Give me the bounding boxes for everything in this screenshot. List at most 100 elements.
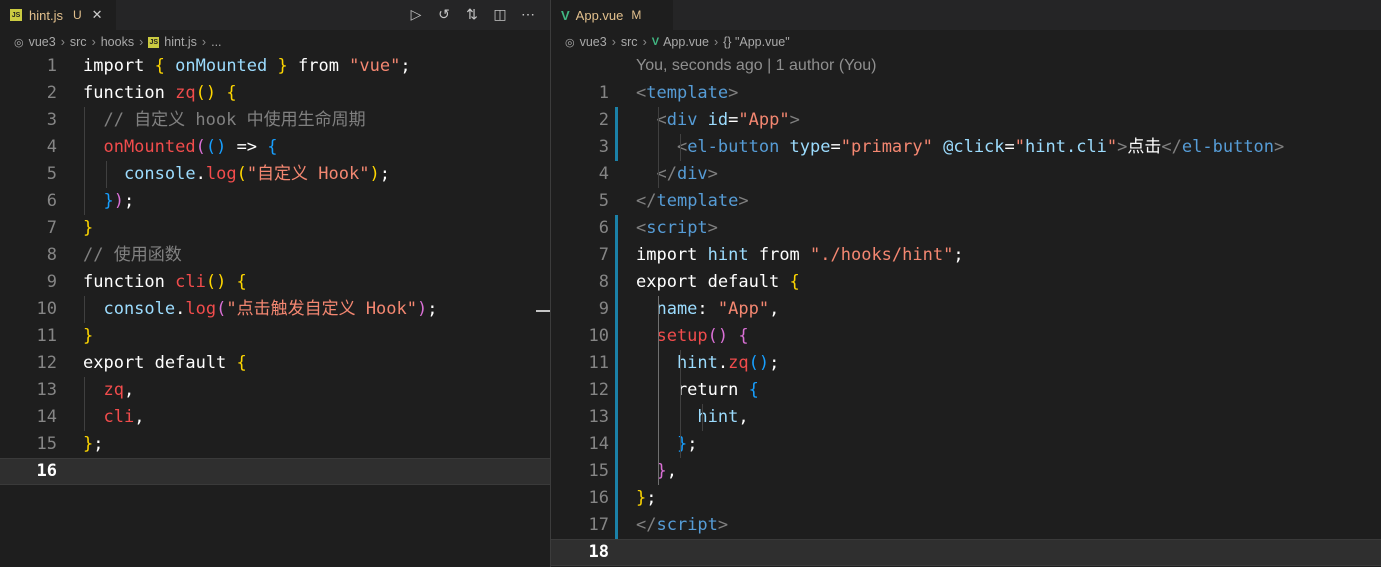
code-token: hint: [636, 353, 718, 373]
indent-guide: [84, 107, 85, 215]
git-change-marker[interactable]: [615, 107, 618, 161]
code-line[interactable]: 7}: [0, 215, 550, 242]
code-line[interactable]: 6 <script>: [551, 215, 1381, 242]
code-line[interactable]: 3 <el-button type="primary" @click="hint…: [551, 134, 1381, 161]
scrollbar-marker: [536, 310, 550, 312]
code-line[interactable]: 6 });: [0, 188, 550, 215]
line-number: 11: [588, 353, 609, 373]
code-line[interactable]: 17 </script>: [551, 512, 1381, 539]
code-token: </: [636, 515, 657, 535]
tab-hint-js[interactable]: JS hint.js U ✕: [0, 0, 116, 30]
code-line[interactable]: 9 name: "App",: [551, 296, 1381, 323]
compare-icon[interactable]: ⇅: [464, 6, 480, 23]
code-line[interactable]: 10 setup() {: [551, 323, 1381, 350]
code-token: >: [707, 218, 718, 238]
code-token: "点击触发自定义 Hook": [226, 299, 417, 319]
code-token: (): [748, 353, 770, 373]
indent-guide: [658, 107, 659, 188]
code-token: from: [748, 245, 811, 265]
code-line[interactable]: 3 // 自定义 hook 中使用生命周期: [0, 107, 550, 134]
breadcrumb-item[interactable]: App.vue: [663, 35, 709, 49]
code-token: <: [636, 218, 647, 238]
code-token: @click: [932, 137, 1005, 157]
code-token: hint: [636, 407, 739, 427]
code-line[interactable]: 16};: [551, 485, 1381, 512]
line-number: 14: [36, 407, 57, 427]
code-line[interactable]: 5 console.log("自定义 Hook");: [0, 161, 550, 188]
line-number: 3: [46, 110, 57, 130]
code-line[interactable]: 15};: [0, 431, 550, 458]
code-token: ;: [93, 434, 104, 454]
code-text: hint,: [636, 404, 748, 431]
code-token: console: [83, 164, 196, 184]
code-token: el-button: [687, 137, 780, 157]
line-number: 6: [598, 218, 609, 238]
code-token: "自定义 Hook": [246, 164, 370, 184]
breadcrumb-item[interactable]: ...: [211, 35, 221, 49]
code-line[interactable]: 8 // 使用函数: [0, 242, 550, 269]
chevron-right-icon: ›: [713, 35, 719, 49]
code-line[interactable]: 5 </template>: [551, 188, 1381, 215]
split-editor-icon[interactable]: ◫: [492, 6, 508, 23]
code-line[interactable]: 14 cli,: [0, 404, 550, 431]
code-line[interactable]: 18: [551, 539, 1381, 566]
code-line[interactable]: 11}: [0, 323, 550, 350]
code-line[interactable]: 2 function zq() {: [0, 80, 550, 107]
code-token: div: [676, 164, 708, 184]
code-line[interactable]: 1 <template>: [551, 80, 1381, 107]
history-icon[interactable]: ↺: [436, 6, 452, 23]
breadcrumb-item[interactable]: src: [621, 35, 638, 49]
breadcrumb-item[interactable]: src: [70, 35, 87, 49]
code-token: ;: [379, 164, 390, 184]
code-line[interactable]: 14 };: [551, 431, 1381, 458]
editor-pane-right: V App.vue M ◎ vue3 › src › V App.vue › {} "…: [551, 0, 1381, 567]
code-line[interactable]: 15 },: [551, 458, 1381, 485]
code-line[interactable]: 11 hint.zq();: [551, 350, 1381, 377]
code-token: ): [113, 191, 124, 211]
code-line[interactable]: 8 export default {: [551, 269, 1381, 296]
code-line[interactable]: 13 zq,: [0, 377, 550, 404]
code-editor[interactable]: 1 <template> 2 <div id="App"> 3 <el-button …: [551, 80, 1381, 567]
line-number: 11: [36, 326, 57, 346]
code-text: console.log("自定义 Hook");: [83, 161, 390, 188]
breadcrumb-item[interactable]: vue3: [29, 35, 56, 49]
breadcrumb-item[interactable]: vue3: [580, 35, 607, 49]
code-line[interactable]: 4 onMounted(() => {: [0, 134, 550, 161]
code-token: 点击: [1127, 137, 1162, 157]
line-number: 7: [598, 245, 609, 265]
code-text: // 使用函数: [83, 242, 182, 269]
code-token: type: [779, 137, 831, 157]
code-token: >: [1274, 137, 1285, 157]
code-token: {: [236, 353, 247, 373]
code-line[interactable]: 2 <div id="App">: [551, 107, 1381, 134]
breadcrumb-item[interactable]: hooks: [101, 35, 134, 49]
code-line[interactable]: 1 import { onMounted } from "vue";: [0, 53, 550, 80]
folder-target-icon: ◎: [565, 36, 575, 49]
code-text: </template>: [636, 188, 749, 215]
code-text: zq,: [83, 377, 134, 404]
git-change-marker[interactable]: [615, 215, 618, 539]
code-editor[interactable]: 1 import { onMounted } from "vue"; 2 functi…: [0, 53, 550, 567]
code-token: </: [1161, 137, 1182, 157]
breadcrumb-item[interactable]: hint.js: [164, 35, 197, 49]
code-token: hint: [707, 245, 749, 265]
code-line[interactable]: 7 import hint from "./hooks/hint";: [551, 242, 1381, 269]
code-line[interactable]: 16: [0, 458, 550, 485]
close-icon[interactable]: ✕: [92, 7, 103, 23]
code-token: </: [636, 191, 657, 211]
code-text: export default {: [636, 269, 800, 296]
code-text: import { onMounted } from "vue";: [83, 53, 411, 80]
line-number: 16: [588, 488, 609, 508]
tab-app-vue[interactable]: V App.vue M: [551, 0, 673, 30]
run-icon[interactable]: ▷: [408, 6, 424, 23]
code-line[interactable]: 12 return {: [551, 377, 1381, 404]
code-line[interactable]: 13 hint,: [551, 404, 1381, 431]
code-line[interactable]: 4 </div>: [551, 161, 1381, 188]
code-line[interactable]: 10 console.log("点击触发自定义 Hook");: [0, 296, 550, 323]
git-blame-lens[interactable]: You, seconds ago | 1 author (You): [636, 57, 876, 75]
code-line[interactable]: 12 export default {: [0, 350, 550, 377]
code-line[interactable]: 9 function cli() {: [0, 269, 550, 296]
code-token: }: [83, 218, 94, 238]
breadcrumb-item[interactable]: {} "App.vue": [723, 35, 790, 49]
more-icon[interactable]: ⋯: [520, 6, 536, 23]
